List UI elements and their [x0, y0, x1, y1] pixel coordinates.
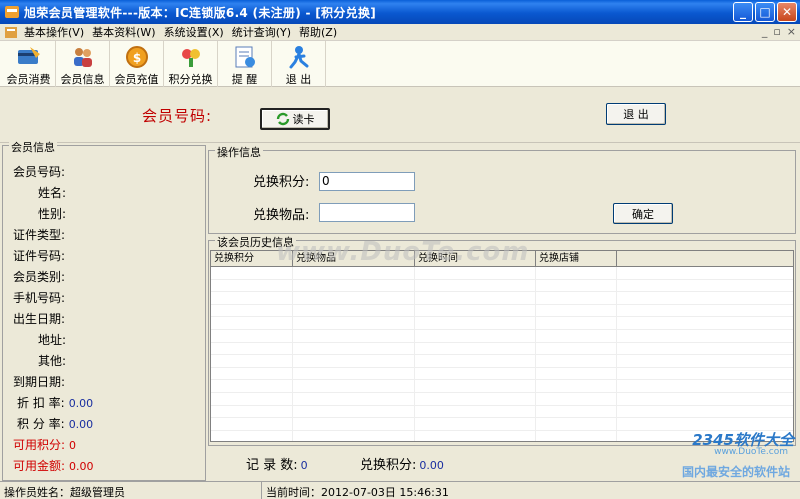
history-panel: 该会员历史信息 兑换积分 兑换物品 兑换时间 兑换店铺 [208, 234, 796, 446]
table-row [211, 367, 793, 381]
member-input-area: 会员号码: 读卡 退 出 [0, 88, 800, 143]
title-bar[interactable]: 旭荣会员管理软件---版本：IC连锁版6.4 (未注册) - [积分兑换] _ … [0, 0, 800, 24]
refresh-icon [276, 112, 289, 126]
table-row [211, 304, 793, 318]
field-address: 地址: [38, 333, 67, 347]
table-row [211, 267, 793, 280]
field-available-balance: 可用金额: 0.00 [13, 459, 94, 473]
toolbar-points-exchange-button[interactable]: 积分兑换 [164, 41, 218, 87]
menu-help[interactable]: 帮助(Z) [295, 24, 341, 40]
column-header-store[interactable]: 兑换店铺 [536, 251, 617, 266]
member-number-label: 会员号码: [142, 107, 213, 125]
exchange-item-label: 兑换物品: [253, 208, 310, 223]
table-row [211, 380, 793, 393]
exit-button[interactable]: 退 出 [606, 103, 666, 125]
field-id-number: 证件号码: [13, 249, 66, 263]
member-info-title: 会员信息 [9, 139, 57, 155]
mdi-close-button[interactable]: × [787, 25, 796, 38]
toolbar-member-recharge-button[interactable]: $ 会员充值 [110, 41, 164, 87]
field-expiry-date: 到期日期: [13, 375, 66, 389]
mdi-minimize-button[interactable]: _ [762, 25, 768, 38]
table-row [211, 355, 793, 368]
watermark-logo: 2345软件大全 www.DuoTe.com 国内最安全的软件站 [681, 431, 794, 479]
maximize-button[interactable]: □ [755, 2, 775, 22]
table-row [211, 279, 793, 293]
table-row [211, 317, 793, 330]
card-icon [17, 47, 40, 64]
menu-statistics[interactable]: 统计查询(Y) [228, 24, 295, 40]
menu-basic-operations[interactable]: 基本操作(V) [20, 24, 88, 40]
operation-info-title: 操作信息 [215, 144, 263, 160]
field-mobile: 手机号码: [13, 291, 66, 305]
field-birthdate: 出生日期: [13, 312, 66, 326]
field-other: 其他: [38, 354, 67, 368]
confirm-button[interactable]: 确定 [613, 203, 673, 224]
exchange-icon [181, 49, 200, 67]
table-row [211, 405, 793, 419]
toolbar: 会员消费 会员信息 $ 会员充值 积分兑换 提 醒 退 出 [0, 41, 800, 87]
close-button[interactable]: ✕ [777, 2, 797, 22]
total-exchange-points: 兑换积分: 0.00 [360, 458, 444, 473]
table-row [211, 342, 793, 356]
member-info-panel: 会员信息 会员号码: 姓名: 性别: 证件类型: 证件号码: 会员类别: 手机号… [2, 139, 206, 481]
toolbar-reminder-button[interactable]: 提 醒 [218, 41, 272, 87]
field-points-rate: 积 分 率: 0.00 [17, 417, 94, 431]
mdi-restore-button[interactable]: ▫ [773, 25, 780, 38]
field-name: 姓名: [38, 186, 67, 200]
document-icon [5, 26, 17, 38]
minimize-button[interactable]: _ [733, 2, 753, 22]
menu-bar: 基本操作(V) 基本资料(W) 系统设置(X) 统计查询(Y) 帮助(Z) _ … [0, 24, 800, 41]
watermark-text: www.DuoTe.com [276, 237, 530, 267]
record-count: 记 录 数: 0 [246, 458, 308, 473]
menu-system-settings[interactable]: 系统设置(X) [160, 24, 228, 40]
coin-icon: $ [125, 46, 148, 68]
field-id-type: 证件类型: [13, 228, 66, 242]
history-table[interactable]: 兑换积分 兑换物品 兑换时间 兑换店铺 [210, 250, 794, 442]
field-member-number: 会员号码: [13, 165, 66, 179]
toolbar-member-consume-button[interactable]: 会员消费 [2, 41, 56, 87]
field-discount-rate: 折 扣 率: 0.00 [17, 396, 94, 410]
status-time: 当前时间：2012-07-03日 15:46:31 [266, 486, 449, 499]
window-title: 旭荣会员管理软件---版本：IC连锁版6.4 (未注册) - [积分兑换] [24, 5, 377, 20]
read-card-button[interactable]: 读卡 [260, 108, 330, 130]
status-bar: 操作员姓名：超级管理员 当前时间：2012-07-03日 15:46:31 [0, 481, 800, 499]
toolbar-member-info-button[interactable]: 会员信息 [56, 41, 110, 87]
exchange-points-input[interactable]: 0 [319, 172, 415, 191]
exchange-item-input[interactable] [319, 203, 415, 222]
field-available-points: 可用积分: 0 [13, 438, 77, 452]
menu-basic-data[interactable]: 基本资料(W) [88, 24, 159, 40]
operation-info-panel: 操作信息 兑换积分: 0 兑换物品: 确定 [208, 144, 796, 234]
toolbar-exit-button[interactable]: 退 出 [272, 41, 326, 87]
table-row [211, 392, 793, 406]
field-gender: 性别: [38, 207, 67, 221]
app-icon [5, 6, 19, 18]
table-row [211, 292, 793, 305]
users-icon [73, 48, 92, 67]
exit-icon [289, 46, 308, 69]
table-body [211, 267, 793, 441]
table-row [211, 329, 793, 343]
exchange-points-label: 兑换积分: [253, 175, 310, 190]
status-operator: 操作员姓名：超级管理员 [0, 482, 262, 499]
svg-text:$: $ [132, 51, 140, 65]
reminder-icon [235, 46, 255, 68]
field-member-category: 会员类别: [13, 270, 66, 284]
